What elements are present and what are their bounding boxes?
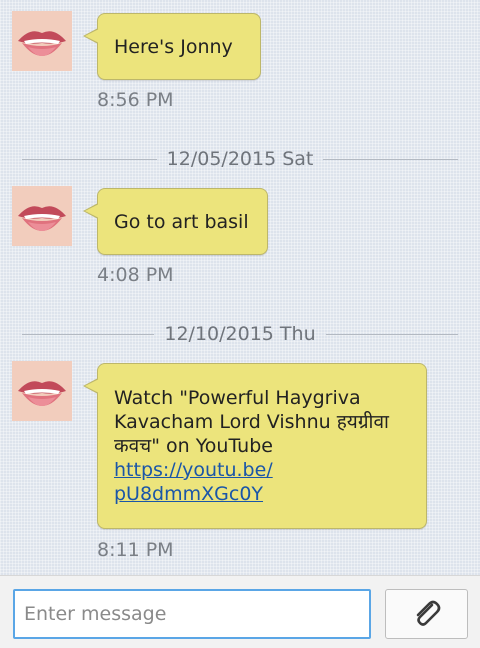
date-label: 12/10/2015 Thu bbox=[164, 323, 316, 345]
date-divider: 12/05/2015 Sat bbox=[22, 147, 459, 171]
divider-line bbox=[323, 158, 459, 160]
avatar[interactable] bbox=[12, 186, 72, 246]
date-label: 12/05/2015 Sat bbox=[166, 148, 314, 170]
message-text-line: कवच" on YouTube bbox=[114, 435, 273, 457]
message-timestamp: 8:56 PM bbox=[97, 89, 174, 111]
link-text-line: pU8dmmXGc0Y bbox=[114, 483, 264, 505]
message-timestamp: 8:11 PM bbox=[97, 539, 174, 561]
message-text-line: Kavacham Lord Vishnu हयग्रीवा bbox=[114, 411, 389, 433]
message-bubble[interactable]: Go to art basil bbox=[83, 188, 268, 255]
message-bubble[interactable]: Here's Jonny bbox=[83, 13, 261, 80]
divider-line bbox=[22, 333, 155, 335]
message-bubble[interactable]: Watch "Powerful Haygriva Kavacham Lord V… bbox=[83, 363, 427, 529]
lips-avatar-image bbox=[12, 361, 72, 421]
date-divider: 12/10/2015 Thu bbox=[22, 322, 458, 346]
divider-line bbox=[22, 158, 157, 160]
message-input[interactable] bbox=[13, 589, 371, 639]
message-timestamp: 4:08 PM bbox=[97, 264, 174, 286]
youtube-link[interactable]: https://youtu.be/ pU8dmmXGc0Y bbox=[114, 458, 410, 506]
lips-avatar-image bbox=[12, 186, 72, 246]
divider-line bbox=[325, 333, 458, 335]
avatar[interactable] bbox=[12, 11, 72, 71]
link-text-line: https://youtu.be/ bbox=[114, 459, 273, 481]
message-composer bbox=[0, 575, 480, 648]
conversation-view[interactable]: Here's Jonny 8:56 PM 12/05/2015 Sat Go t… bbox=[0, 0, 480, 575]
paperclip-icon bbox=[416, 600, 440, 626]
lips-avatar-image bbox=[12, 11, 72, 71]
message-text: Go to art basil bbox=[114, 210, 249, 233]
message-text-line: Watch "Powerful Haygriva bbox=[114, 387, 361, 409]
message-text: Here's Jonny bbox=[114, 35, 233, 58]
attach-button[interactable] bbox=[385, 589, 468, 639]
avatar[interactable] bbox=[12, 361, 72, 421]
